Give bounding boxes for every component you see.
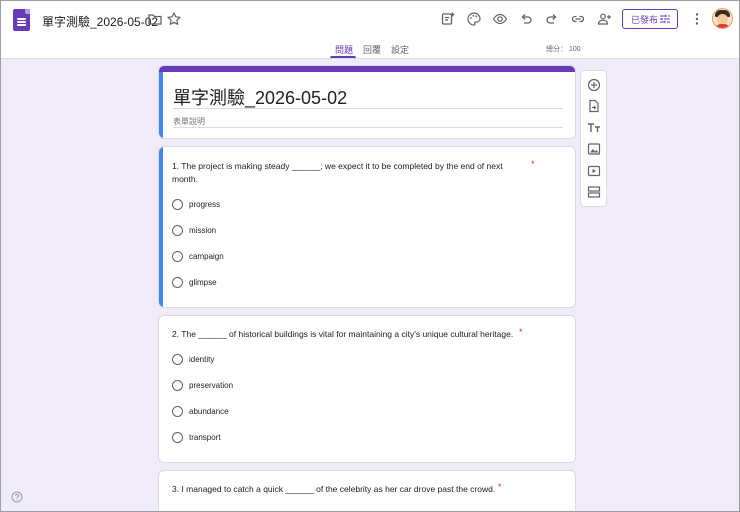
- total-score: 總分： 100: [546, 46, 581, 53]
- tab-settings[interactable]: 設定: [391, 43, 409, 56]
- radio-button[interactable]: [172, 431, 183, 443]
- palette-icon[interactable]: [466, 11, 482, 27]
- option-item[interactable]: progress: [172, 198, 220, 210]
- app-window: 單字測驗_2026-05-02 已發布 問題 回覆 設定 總分： 100 單字測…: [0, 0, 740, 512]
- addon-icon[interactable]: [440, 11, 456, 27]
- required-mark: *: [531, 159, 535, 169]
- option-item[interactable]: mission: [172, 224, 216, 236]
- form-description[interactable]: 表單說明: [173, 116, 205, 127]
- radio-button[interactable]: [172, 353, 183, 365]
- option-item[interactable]: campaign: [172, 250, 224, 262]
- star-icon[interactable]: [166, 11, 182, 27]
- required-mark: *: [498, 482, 502, 492]
- tune-icon: [660, 14, 670, 24]
- option-label: identity: [189, 354, 215, 364]
- radio-button[interactable]: [172, 250, 183, 262]
- radio-button[interactable]: [172, 276, 183, 288]
- published-label: 已發布: [631, 14, 659, 25]
- side-toolbar: [580, 70, 607, 207]
- radio-button[interactable]: [172, 198, 183, 210]
- option-label: preservation: [189, 380, 234, 390]
- preview-eye-icon[interactable]: [492, 11, 508, 27]
- question-text-cont: month.: [172, 174, 198, 184]
- link-icon[interactable]: [570, 11, 586, 27]
- avatar[interactable]: [712, 8, 733, 29]
- tab-questions[interactable]: 問題: [335, 43, 353, 56]
- redo-icon[interactable]: [544, 11, 560, 27]
- option-item[interactable]: abundance: [172, 405, 229, 417]
- required-mark: *: [519, 327, 523, 337]
- help-icon[interactable]: [11, 491, 23, 503]
- published-button[interactable]: 已發布: [622, 9, 678, 29]
- more-vert-icon[interactable]: [689, 11, 705, 27]
- add-section-icon[interactable]: [586, 184, 602, 200]
- import-questions-icon[interactable]: [586, 98, 602, 114]
- option-item[interactable]: glimpse: [172, 276, 217, 288]
- undo-icon[interactable]: [518, 11, 534, 27]
- option-label: glimpse: [189, 277, 217, 287]
- add-image-icon[interactable]: [586, 141, 602, 157]
- add-collaborator-icon[interactable]: [596, 11, 612, 27]
- radio-button[interactable]: [172, 379, 183, 391]
- add-question-icon[interactable]: [586, 77, 602, 93]
- option-item[interactable]: transport: [172, 431, 221, 443]
- radio-button[interactable]: [172, 405, 183, 417]
- folder-icon[interactable]: [147, 11, 163, 27]
- option-label: abundance: [189, 406, 229, 416]
- form-title[interactable]: 單字測驗_2026-05-02: [173, 84, 347, 110]
- option-label: campaign: [189, 251, 224, 261]
- option-label: mission: [189, 225, 217, 235]
- question-text: 1. The project is making steady ______; …: [172, 161, 503, 171]
- document-title[interactable]: 單字測驗_2026-05-02: [42, 13, 158, 30]
- option-label: transport: [189, 432, 221, 442]
- tabs-bar: 問題 回覆 設定 總分： 100: [1, 37, 739, 59]
- radio-button[interactable]: [172, 224, 183, 236]
- add-video-icon[interactable]: [586, 163, 602, 179]
- question-text: 3. I managed to catch a quick ______ of …: [172, 484, 496, 494]
- active-tab-indicator: [330, 56, 356, 58]
- active-question-indicator: [159, 147, 163, 307]
- forms-logo-icon[interactable]: [13, 9, 30, 31]
- option-item[interactable]: identity: [172, 353, 214, 365]
- question-card-2[interactable]: 2. The ______ of historical buildings is…: [158, 315, 576, 463]
- question-card-1[interactable]: 1. The project is making steady ______; …: [158, 146, 576, 308]
- option-label: progress: [189, 199, 221, 209]
- tab-responses[interactable]: 回覆: [363, 43, 381, 56]
- add-title-icon[interactable]: [586, 120, 602, 136]
- form-title-card[interactable]: 單字測驗_2026-05-02 表單說明: [158, 65, 576, 139]
- option-item[interactable]: preservation: [172, 379, 233, 391]
- question-card-3[interactable]: 3. I managed to catch a quick ______ of …: [158, 470, 576, 511]
- top-bar: 單字測驗_2026-05-02 已發布: [1, 1, 739, 37]
- question-text: 2. The ______ of historical buildings is…: [172, 329, 514, 339]
